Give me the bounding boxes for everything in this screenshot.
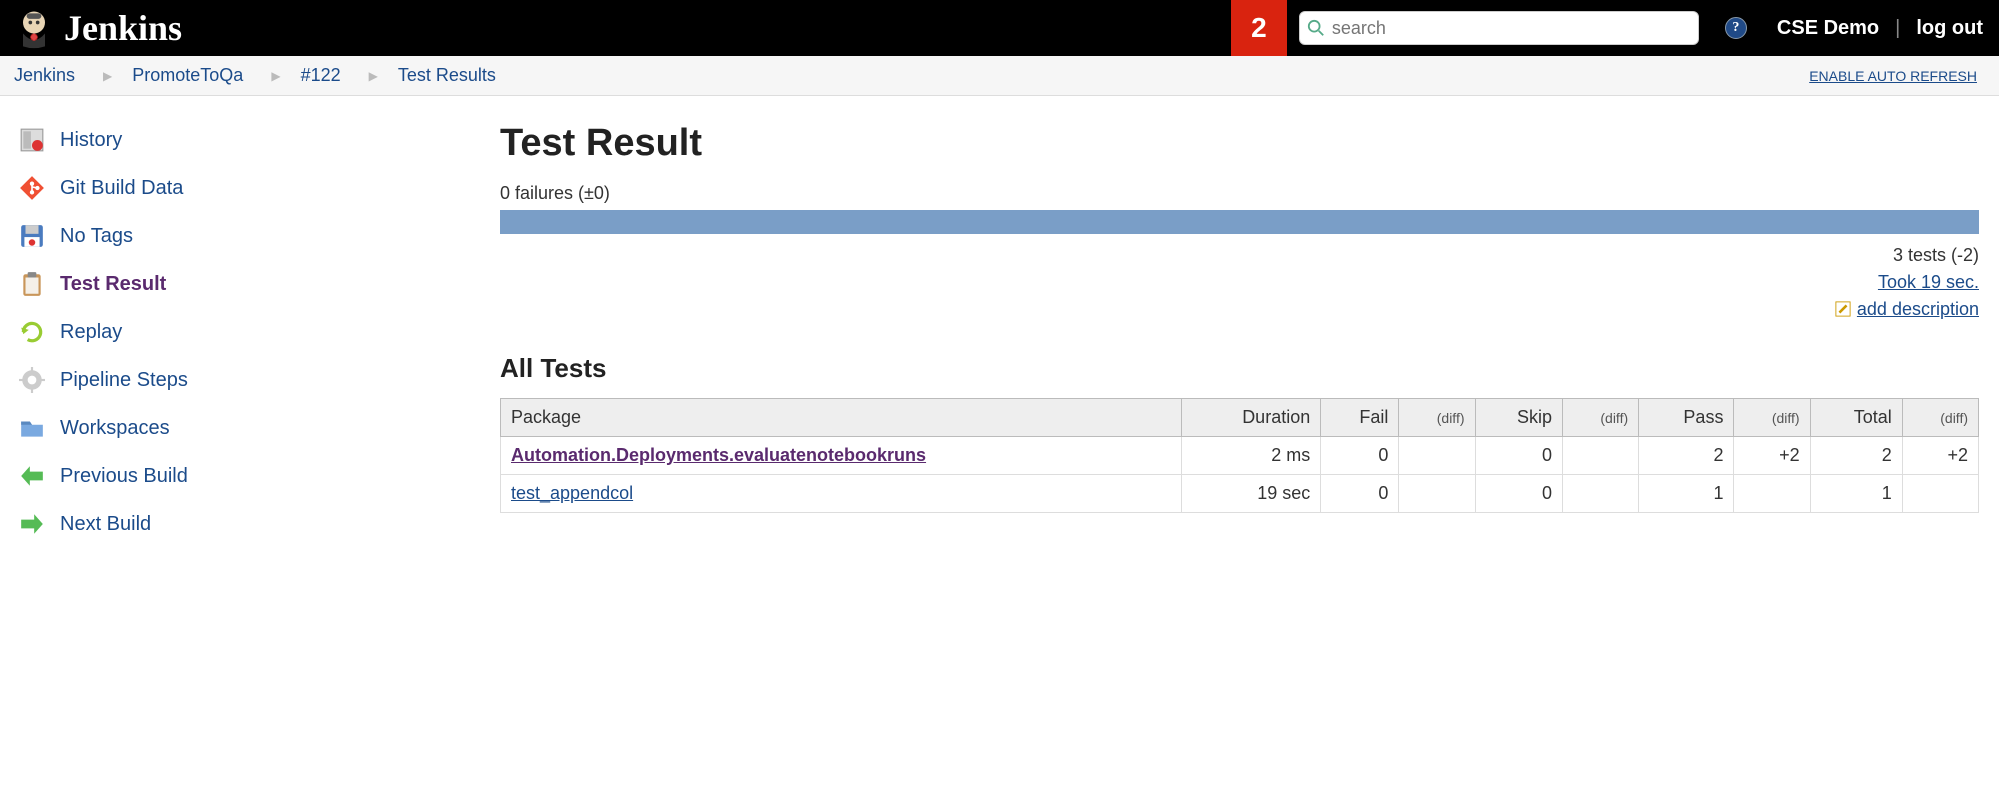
chevron-right-icon: ▶	[369, 69, 378, 83]
enable-auto-refresh-link[interactable]: ENABLE AUTO REFRESH	[1809, 68, 1977, 84]
sidebar-item-label: Workspaces	[60, 417, 170, 440]
logout-link[interactable]: log out	[1916, 17, 1983, 40]
cell-fail-diff	[1399, 437, 1475, 475]
sidebar-item-label: Pipeline Steps	[60, 369, 188, 392]
replay-icon	[18, 318, 46, 346]
all-tests-heading: All Tests	[500, 353, 1979, 384]
sidebar-item-workspaces[interactable]: Workspaces	[18, 404, 480, 452]
col-fail[interactable]: Fail	[1321, 399, 1399, 437]
top-header: Jenkins 2 ? CSE Demo | log out	[0, 0, 1999, 56]
search-input[interactable]	[1299, 11, 1699, 45]
sidebar-item-label: Next Build	[60, 513, 151, 536]
sidebar-item-previous-build[interactable]: Previous Build	[18, 452, 480, 500]
arrow-left-icon	[18, 462, 46, 490]
sidebar-item-label: Previous Build	[60, 465, 188, 488]
sidebar-item-test-result[interactable]: Test Result	[18, 260, 480, 308]
col-pass[interactable]: Pass	[1639, 399, 1734, 437]
gear-icon	[18, 366, 46, 394]
clipboard-icon	[18, 270, 46, 298]
breadcrumb-item[interactable]: Jenkins	[14, 65, 75, 86]
breadcrumb-item[interactable]: Test Results	[398, 65, 496, 86]
breadcrumb: Jenkins ▶ PromoteToQa ▶ #122 ▶ Test Resu…	[0, 56, 1999, 96]
separator: |	[1895, 17, 1900, 40]
col-package[interactable]: Package	[501, 399, 1182, 437]
cell-duration: 19 sec	[1182, 475, 1321, 513]
sidebar: History Git Build Data No Tags Test Resu…	[0, 96, 490, 558]
table-row: test_appendcol 19 sec 0 0 1 1	[501, 475, 1979, 513]
sidebar-item-history[interactable]: History	[18, 116, 480, 164]
search-wrap	[1299, 11, 1699, 45]
page-title: Test Result	[500, 122, 1979, 165]
table-header-row: Package Duration Fail (diff) Skip (diff)…	[501, 399, 1979, 437]
sidebar-item-label: Git Build Data	[60, 177, 183, 200]
cell-skip-diff	[1562, 437, 1638, 475]
test-progress-bar	[500, 210, 1979, 234]
cell-skip: 0	[1475, 475, 1562, 513]
cell-skip: 0	[1475, 437, 1562, 475]
cell-total-diff	[1902, 475, 1978, 513]
col-duration[interactable]: Duration	[1182, 399, 1321, 437]
sidebar-item-label: Replay	[60, 321, 122, 344]
history-icon	[18, 126, 46, 154]
cell-total: 2	[1810, 437, 1902, 475]
chevron-right-icon: ▶	[103, 69, 112, 83]
tests-table: Package Duration Fail (diff) Skip (diff)…	[500, 398, 1979, 513]
search-icon	[1307, 19, 1325, 37]
cell-fail: 0	[1321, 437, 1399, 475]
col-total[interactable]: Total	[1810, 399, 1902, 437]
sidebar-item-label: No Tags	[60, 225, 133, 248]
failures-summary: 0 failures (±0)	[500, 183, 1979, 204]
took-link[interactable]: Took 19 sec.	[1878, 272, 1979, 292]
main-content: Test Result 0 failures (±0) 3 tests (-2)…	[490, 96, 1999, 558]
git-icon	[18, 174, 46, 202]
sidebar-item-label: History	[60, 129, 122, 152]
add-description-link[interactable]: add description	[1857, 296, 1979, 323]
cell-pass: 2	[1639, 437, 1734, 475]
app-name: Jenkins	[64, 7, 182, 49]
table-row: Automation.Deployments.evaluatenotebookr…	[501, 437, 1979, 475]
col-total-diff[interactable]: (diff)	[1902, 399, 1978, 437]
jenkins-logo-icon	[10, 4, 58, 52]
disk-icon	[18, 222, 46, 250]
sidebar-item-git[interactable]: Git Build Data	[18, 164, 480, 212]
arrow-right-icon	[18, 510, 46, 538]
sidebar-item-pipeline-steps[interactable]: Pipeline Steps	[18, 356, 480, 404]
cell-total: 1	[1810, 475, 1902, 513]
help-icon[interactable]: ?	[1725, 17, 1747, 39]
package-link[interactable]: Automation.Deployments.evaluatenotebookr…	[511, 445, 926, 465]
col-fail-diff[interactable]: (diff)	[1399, 399, 1475, 437]
cell-pass: 1	[1639, 475, 1734, 513]
folder-icon	[18, 414, 46, 442]
logo-area[interactable]: Jenkins	[0, 4, 192, 52]
cell-pass-diff	[1734, 475, 1810, 513]
sidebar-item-notags[interactable]: No Tags	[18, 212, 480, 260]
cell-total-diff: +2	[1902, 437, 1978, 475]
chevron-right-icon: ▶	[271, 69, 280, 83]
sidebar-item-label: Test Result	[60, 273, 166, 296]
breadcrumb-item[interactable]: PromoteToQa	[132, 65, 243, 86]
user-link[interactable]: CSE Demo	[1777, 17, 1879, 40]
col-skip-diff[interactable]: (diff)	[1562, 399, 1638, 437]
tests-count: 3 tests (-2)	[500, 242, 1979, 269]
cell-fail: 0	[1321, 475, 1399, 513]
cell-duration: 2 ms	[1182, 437, 1321, 475]
edit-icon	[1835, 301, 1853, 319]
col-skip[interactable]: Skip	[1475, 399, 1562, 437]
package-link[interactable]: test_appendcol	[511, 483, 633, 503]
cell-fail-diff	[1399, 475, 1475, 513]
notification-badge[interactable]: 2	[1231, 0, 1287, 56]
sidebar-item-next-build[interactable]: Next Build	[18, 500, 480, 548]
sidebar-item-replay[interactable]: Replay	[18, 308, 480, 356]
breadcrumb-item[interactable]: #122	[301, 65, 341, 86]
cell-pass-diff: +2	[1734, 437, 1810, 475]
col-pass-diff[interactable]: (diff)	[1734, 399, 1810, 437]
cell-skip-diff	[1562, 475, 1638, 513]
